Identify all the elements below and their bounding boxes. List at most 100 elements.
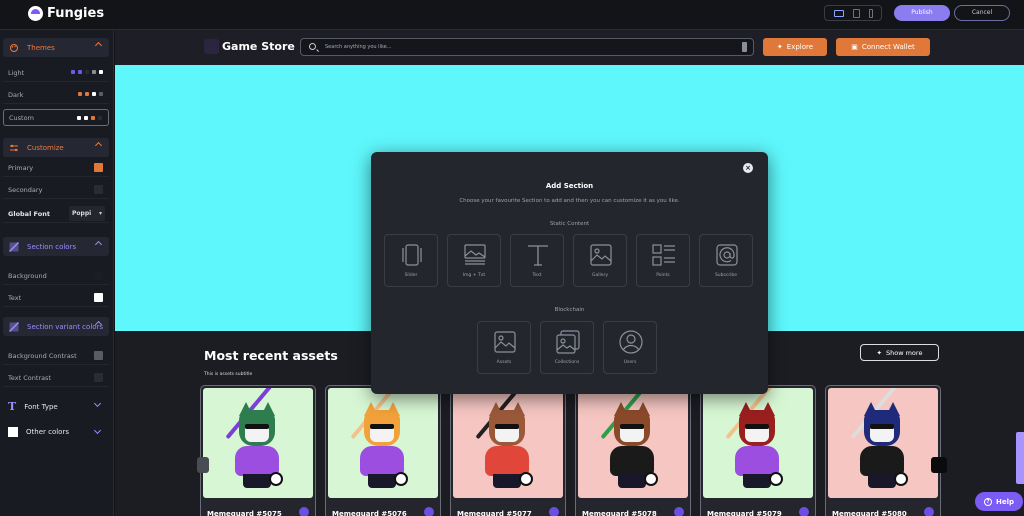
tile-label: Img + Txt <box>462 273 486 278</box>
asset-card[interactable]: Memeguard #5079 <box>700 385 816 516</box>
carousel-prev-button[interactable] <box>197 457 209 473</box>
asset-card[interactable]: Memeguard #5078 <box>575 385 691 516</box>
collections-icon <box>556 330 580 354</box>
themes-section-header[interactable]: Themes <box>3 38 109 57</box>
search-shortcut-icon <box>742 42 747 52</box>
text-label: Text <box>8 293 22 302</box>
other-colors-header[interactable]: Other colors <box>8 426 106 437</box>
background-color-row[interactable]: Background <box>3 267 109 285</box>
background-label: Background <box>8 271 47 280</box>
chain-badge-icon <box>799 507 809 516</box>
device-preview-toggle <box>824 5 882 21</box>
customize-section-header[interactable]: Customize <box>3 138 109 157</box>
section-tile-users[interactable]: Users <box>603 321 657 374</box>
sparkle-icon: ✦ <box>776 43 783 51</box>
theme-option-custom[interactable]: Custom <box>3 109 109 126</box>
help-button[interactable]: ? Help <box>975 492 1023 511</box>
search-icon <box>309 43 316 50</box>
question-icon: ? <box>983 497 992 506</box>
font-type-icon: T <box>8 400 17 413</box>
modal-title: Add Section <box>545 182 594 190</box>
sliders-icon <box>10 144 18 151</box>
section-variant-header[interactable]: Section variant colors <box>3 317 109 336</box>
bg-contrast-swatch[interactable] <box>94 351 103 360</box>
asset-card[interactable]: Memeguard #5077 <box>450 385 566 516</box>
theme-label: Dark <box>8 90 24 99</box>
desktop-icon[interactable] <box>833 9 844 17</box>
primary-color-swatch[interactable] <box>94 163 103 172</box>
search-input[interactable] <box>325 39 725 55</box>
mobile-icon[interactable] <box>868 8 873 18</box>
close-icon[interactable]: × <box>743 163 753 173</box>
slider-icon <box>402 244 422 266</box>
show-more-button[interactable]: ✦ Show more <box>860 344 939 361</box>
background-color-swatch[interactable] <box>94 271 103 280</box>
chevron-up-icon <box>94 141 103 150</box>
asset-card[interactable]: Memeguard #5076 <box>325 385 441 516</box>
chain-badge-icon <box>549 507 559 516</box>
bg-contrast-label: Background Contrast <box>8 351 77 360</box>
section-variant-label: Section variant colors <box>27 322 104 331</box>
chain-badge-icon <box>924 507 934 516</box>
section-tile-text[interactable]: Text <box>510 234 564 287</box>
carousel-next-button[interactable] <box>931 457 947 473</box>
section-tile-subscribe[interactable]: Subscribe <box>699 234 753 287</box>
modal-subtitle: Choose your favourite Section to add and… <box>459 198 680 204</box>
section-tile-gallery[interactable]: Gallery <box>573 234 627 287</box>
cancel-button[interactable]: Cancel <box>954 5 1010 21</box>
tablet-icon[interactable] <box>852 8 860 18</box>
global-font-select[interactable]: Poppi <box>69 206 105 221</box>
add-section-modal: × Add Section Choose your favourite Sect… <box>371 152 768 394</box>
app-logo[interactable]: Fungies <box>28 6 104 21</box>
section-colors-header[interactable]: Section colors <box>3 237 109 256</box>
store-header: Game Store ✦ Explore ▣ Connect Wallet <box>115 30 1024 65</box>
explore-button[interactable]: ✦ Explore <box>763 38 827 56</box>
section-tile-img-txt[interactable]: Img + Txt <box>447 234 501 287</box>
primary-color-row[interactable]: Primary <box>3 159 109 177</box>
search-bar <box>300 38 754 56</box>
tile-label: Points <box>656 273 670 278</box>
secondary-color-swatch[interactable] <box>94 185 103 194</box>
side-feedback-tab[interactable] <box>1016 432 1024 484</box>
text-contrast-swatch[interactable] <box>94 373 103 382</box>
text-contrast-row[interactable]: Text Contrast <box>3 369 109 387</box>
section-tile-collections[interactable]: Collections <box>540 321 594 374</box>
tile-label: Slider <box>404 273 418 278</box>
font-type-header[interactable]: T Font Type <box>8 399 106 413</box>
bg-contrast-row[interactable]: Background Contrast <box>3 347 109 365</box>
at-sign-icon <box>716 244 738 266</box>
top-bar: Fungies Publish Cancel <box>0 0 1024 30</box>
connect-wallet-label: Connect Wallet <box>861 43 915 51</box>
asset-image <box>578 388 688 498</box>
font-type-label: Font Type <box>24 402 58 411</box>
gallery-icon <box>590 244 612 266</box>
color-fill-icon <box>9 321 19 332</box>
text-color-swatch[interactable] <box>94 293 103 302</box>
theme-swatches <box>78 92 103 96</box>
publish-button[interactable]: Publish <box>894 5 950 21</box>
chevron-down-icon <box>93 426 102 435</box>
text-contrast-label: Text Contrast <box>8 373 51 382</box>
app-name: Fungies <box>47 6 105 21</box>
theme-label: Custom <box>9 113 34 122</box>
text-color-row[interactable]: Text <box>3 289 109 307</box>
section-tile-assets[interactable]: Assets <box>477 321 531 374</box>
image-text-icon <box>464 244 486 265</box>
help-label: Help <box>995 497 1015 506</box>
section-tile-slider[interactable]: Slider <box>384 234 438 287</box>
theme-option-light[interactable]: Light <box>3 64 109 82</box>
asset-image <box>703 388 813 498</box>
chain-badge-icon <box>299 507 309 516</box>
store-logo-icon <box>204 39 219 54</box>
secondary-color-row[interactable]: Secondary <box>3 181 109 199</box>
asset-card[interactable]: Memeguard #5080 <box>825 385 941 516</box>
connect-wallet-button[interactable]: ▣ Connect Wallet <box>836 38 930 56</box>
asset-card[interactable]: Memeguard #5075 <box>200 385 316 516</box>
theme-option-dark[interactable]: Dark <box>3 86 109 104</box>
asset-name: Memeguard #5077 <box>457 510 532 516</box>
sparkle-icon: ✦ <box>876 348 882 357</box>
square-icon <box>8 427 18 437</box>
fungies-logo-icon <box>28 6 43 21</box>
asset-name: Memeguard #5079 <box>707 510 782 516</box>
section-tile-points[interactable]: Points <box>636 234 690 287</box>
